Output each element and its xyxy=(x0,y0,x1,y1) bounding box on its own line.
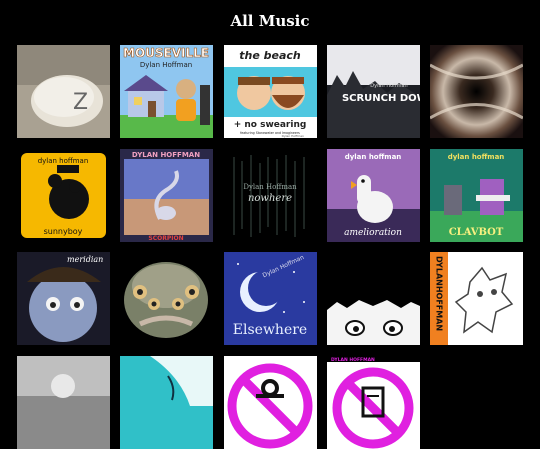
album-artist: dylan hoffman xyxy=(345,153,402,161)
album-title: nowhere xyxy=(248,193,292,204)
album-cover-amelioration[interactable]: dylan hoffman amelioration xyxy=(327,149,420,242)
album-cover-clavbot[interactable]: dylan hoffman CLAVBOT xyxy=(430,149,523,242)
album-artist: Dylan Hoffman xyxy=(140,61,192,69)
album-art xyxy=(120,252,213,345)
album-art: Z xyxy=(17,45,110,138)
album-title: meridian xyxy=(67,255,103,264)
album-artist: Dylan Hoffman xyxy=(243,183,297,191)
album-art: dylan hoffman CLAVBOT xyxy=(430,149,523,242)
album-artist: DYLANHOFFMAN xyxy=(435,256,444,331)
album-cover-elsewhere[interactable]: Dylan Hoffman Elsewhere xyxy=(224,252,317,345)
album-artist: Dylan Hoffman xyxy=(282,134,305,138)
album-cover-grey-landscape[interactable] xyxy=(17,356,110,449)
album-title: SCRUNCH DOWN xyxy=(342,93,420,104)
album-art: DYLAN HOFFMAN xyxy=(327,356,420,449)
album-cover-no-symbol-1[interactable] xyxy=(224,356,317,449)
album-art: dylan hoffman amelioration xyxy=(327,149,420,242)
album-title: Elsewhere xyxy=(233,322,307,338)
album-cover-cartoon-eyes[interactable] xyxy=(327,252,420,345)
album-artist: DYLAN HOFFMAN xyxy=(331,357,375,363)
album-art: Dylan Hoffman nowhere xyxy=(224,149,317,242)
album-artist: Dylan Hoffman xyxy=(370,83,407,89)
album-cover-meridian[interactable]: meridian xyxy=(17,252,110,345)
album-art: DYLAN HOFFMAN SCORPION xyxy=(120,149,213,242)
album-art xyxy=(17,356,110,449)
album-z-letter: Z xyxy=(73,90,88,115)
album-art xyxy=(224,356,317,449)
album-artist: dylan hoffman xyxy=(448,153,505,161)
album-art: dylan hoffman sunnyboy xyxy=(17,149,110,242)
album-grid: Z MOUSEVILLE Dylan Hoffman the beach + n… xyxy=(0,0,540,449)
album-title: sunnyboy xyxy=(44,227,83,236)
album-cover-mouseville[interactable]: MOUSEVILLE Dylan Hoffman xyxy=(120,45,213,138)
album-title: SCORPION xyxy=(148,235,183,242)
album-cover-eyes-creature[interactable] xyxy=(120,252,213,345)
album-art: meridian xyxy=(17,252,110,345)
album-cover-cyan-portrait[interactable] xyxy=(120,356,213,449)
album-art xyxy=(430,45,523,138)
album-cover-no-symbol-2[interactable]: DYLAN HOFFMAN xyxy=(327,356,420,449)
album-title: MOUSEVILLE xyxy=(123,46,209,60)
album-title: CLAVBOT xyxy=(449,227,504,238)
album-art: DYLANHOFFMAN xyxy=(430,252,523,345)
album-subtitle: + no swearing xyxy=(234,120,307,130)
album-art: Dylan Hoffman SCRUNCH DOWN xyxy=(327,45,420,138)
album-art xyxy=(120,356,213,449)
album-cover-nowhere[interactable]: Dylan Hoffman nowhere xyxy=(224,149,317,242)
album-title: amelioration xyxy=(344,228,402,238)
album-cover-tunnel[interactable] xyxy=(430,45,523,138)
album-cover-scorpion[interactable]: DYLAN HOFFMAN SCORPION xyxy=(120,149,213,242)
album-art: the beach + no swearing featuring Stonew… xyxy=(224,45,317,138)
album-cover-z[interactable]: Z xyxy=(17,45,110,138)
album-title: the beach xyxy=(239,49,301,62)
album-cover-dylan-hoffman-vertical[interactable]: DYLANHOFFMAN xyxy=(430,252,523,345)
album-art xyxy=(327,252,420,345)
album-cover-scrunch-down[interactable]: Dylan Hoffman SCRUNCH DOWN xyxy=(327,45,420,138)
album-art: Dylan Hoffman Elsewhere xyxy=(224,252,317,345)
album-artist: dylan hoffman xyxy=(38,157,89,165)
album-artist: DYLAN HOFFMAN xyxy=(132,151,200,159)
album-art: MOUSEVILLE Dylan Hoffman xyxy=(120,45,213,138)
album-cover-the-beach[interactable]: the beach + no swearing featuring Stonew… xyxy=(224,45,317,138)
album-cover-sunnyboy[interactable]: dylan hoffman sunnyboy xyxy=(17,149,110,242)
